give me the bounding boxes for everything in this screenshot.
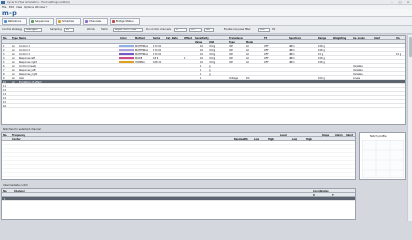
channels-label: Channels [89, 20, 101, 23]
window-title: Cycle to Flow simulation - Fluid setting… [7, 1, 70, 4]
channel-table: No. Type Name Color Method Serial Cal. D… [1, 35, 406, 125]
adjust-notch-button[interactable]: adjust notch rows [113, 27, 143, 32]
row-color-swatch[interactable] [119, 44, 134, 48]
control-bar: Control strategy Averaged Sampling 10 Wo… [0, 26, 412, 34]
unit-label: Words [87, 28, 95, 31]
notch-profile-chart: Notch profile [359, 132, 406, 180]
row-color-swatch[interactable] [119, 56, 134, 60]
row-color-swatch[interactable] [119, 48, 134, 52]
sequences-button[interactable]: Sequences [29, 18, 54, 25]
row-no: 16 [3, 104, 7, 108]
inter-row-no: 1 [4, 197, 6, 201]
channel-b-input[interactable]: 0.1 [189, 27, 202, 32]
row-color-swatch[interactable] [119, 60, 134, 64]
sampling-label: Sampling [50, 28, 62, 31]
schedule-button[interactable]: Schedule [56, 18, 81, 25]
filter-input[interactable]: 100 [258, 27, 270, 32]
vertical-scrollbar[interactable] [407, 35, 412, 221]
reference-button[interactable]: Reference [2, 18, 27, 25]
bridge-status-button[interactable]: Bridge Status [110, 18, 140, 25]
brand-bar: m-p [0, 9, 412, 17]
reference-icon [4, 20, 7, 23]
filter-unit: Hz [272, 28, 276, 31]
sequences-label: Sequences [35, 20, 50, 23]
notch-chart-plot [362, 140, 404, 178]
bridge-status-label: Bridge Status [116, 20, 134, 23]
notch-section-label: Notches for selected channel [3, 128, 41, 131]
mode-label: Hertz [101, 28, 108, 31]
control-strategy-select[interactable]: Averaged [24, 27, 42, 32]
sampling-input[interactable]: 10 [64, 27, 74, 32]
notch-table: No. Frequency Level Slope Alarm Abort Ce… [1, 132, 356, 180]
intermediate-row[interactable]: 1 [2, 197, 355, 201]
bridge-status-icon [112, 20, 115, 23]
table-row[interactable]: 16 [2, 104, 405, 108]
schedule-icon [58, 20, 61, 23]
toolbar: Reference Sequences Schedule Channels Br… [0, 17, 412, 26]
notch-empty-rows [2, 141, 355, 179]
channel-label: Du control channels [146, 28, 171, 31]
notch-chart-title: Notch profile [370, 135, 387, 138]
channels-icon [85, 20, 88, 23]
row-color-swatch[interactable] [119, 52, 134, 56]
schedule-label: Schedule [62, 20, 74, 23]
intermediate-section-label: Intermediate notch [3, 184, 28, 187]
app-icon [1, 1, 5, 4]
channels-button[interactable]: Channels [83, 18, 108, 25]
table-body: 1 Ac Control 1 MATTERIAL 174 60 10 mV/g ICP AC OF… [2, 44, 405, 124]
sequences-icon [31, 20, 34, 23]
intermediate-table: No. Channel Coordinates X Y 1 [1, 188, 356, 220]
control-strategy-label: Control strategy [2, 28, 23, 31]
channel-c-input[interactable]: out [204, 27, 214, 32]
filter-label: Enable low pass filter [224, 28, 251, 31]
brand-logo: m-p [2, 9, 18, 17]
reference-label: Reference [8, 20, 22, 23]
channel-a-input[interactable]: 0 [174, 27, 187, 32]
